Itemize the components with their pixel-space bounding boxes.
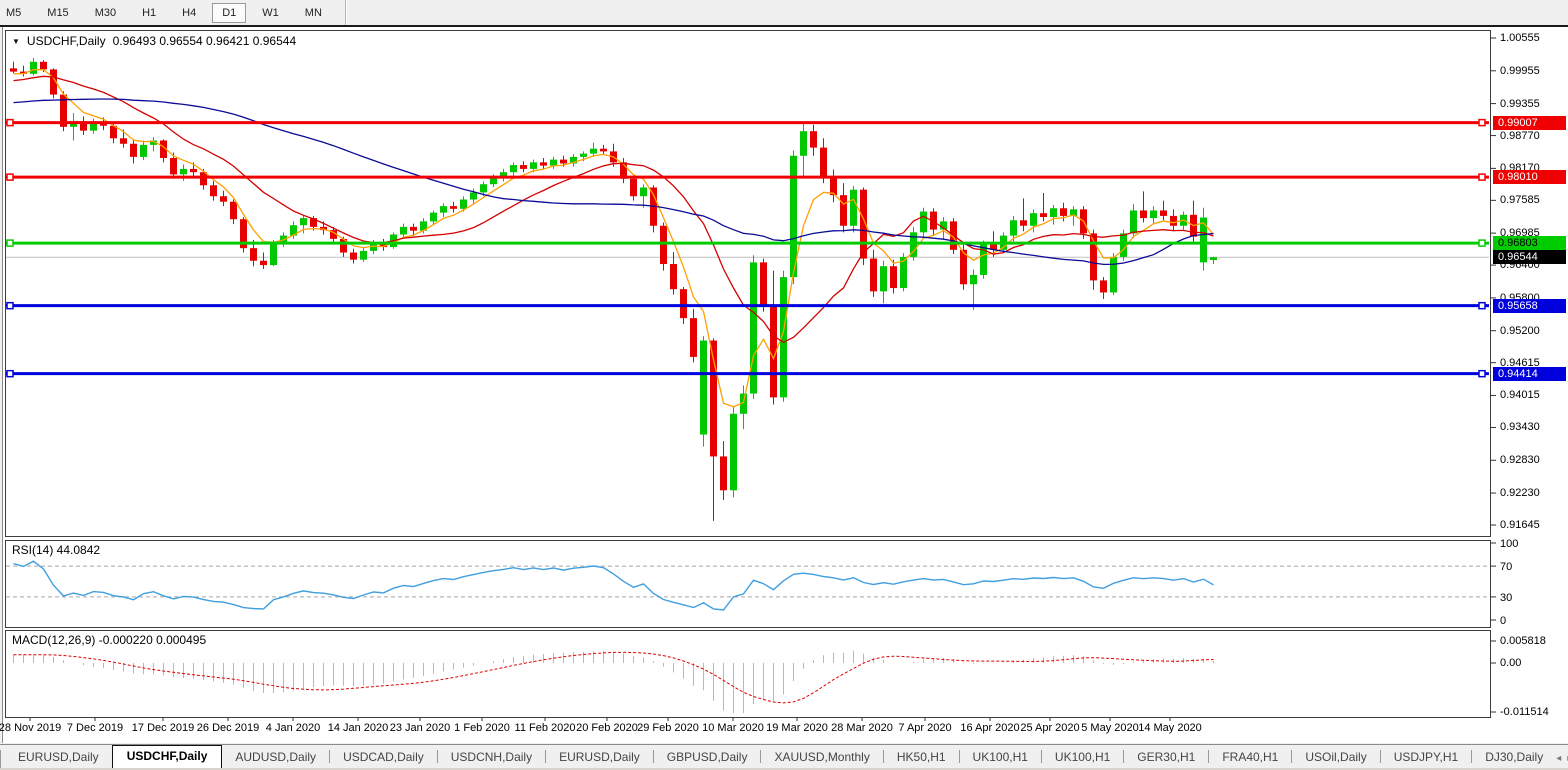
date-label: 20 Feb 2020 (576, 722, 638, 734)
date-label: 7 Apr 2020 (898, 722, 951, 734)
clipped-tab-edge (0, 750, 1, 768)
tab-gbpusd-daily[interactable]: GBPUSD,Daily (654, 747, 761, 768)
price-axis-label: 0.91645 (1500, 519, 1540, 531)
tab-usdcad-daily[interactable]: USDCAD,Daily (330, 747, 437, 768)
date-label: 29 Feb 2020 (637, 722, 699, 734)
price-axis-label: 0.99955 (1500, 65, 1540, 77)
timeframe-buttons: M5 M15 M30 H1 H4 D1 W1 MN (0, 3, 335, 23)
date-label: 19 Mar 2020 (766, 722, 828, 734)
chart-symbol-label: USDCHF,Daily (27, 34, 106, 48)
tab-uk100-h1[interactable]: UK100,H1 (1042, 747, 1123, 768)
tab-xauusd-monthly[interactable]: XAUUSD,Monthly (761, 747, 882, 768)
rsi-axis-label: 30 (1500, 592, 1512, 604)
date-label: 4 Jan 2020 (266, 722, 320, 734)
macd-axis-label: 0.005818 (1500, 635, 1546, 647)
date-label: 17 Dec 2019 (132, 722, 194, 734)
collapse-arrow-icon[interactable]: ▼ (12, 37, 20, 46)
timeframe-button-m15[interactable]: M15 (37, 3, 78, 23)
tab-scroll-arrows[interactable]: ◂▸ (1556, 753, 1568, 764)
tab-ger30-h1[interactable]: GER30,H1 (1124, 747, 1208, 768)
date-label: 16 Apr 2020 (960, 722, 1019, 734)
price-badge-0.94414: 0.94414 (1493, 367, 1566, 381)
timeframe-button-mn[interactable]: MN (295, 3, 332, 23)
price-badge-0.99007: 0.99007 (1493, 116, 1566, 130)
tab-audusd-daily[interactable]: AUDUSD,Daily (222, 747, 329, 768)
price-axis-label: 1.00555 (1500, 32, 1540, 44)
price-axis-label: 0.99355 (1500, 98, 1540, 110)
window-left-edge (2, 27, 3, 743)
price-axis-label: 0.94015 (1500, 389, 1540, 401)
price-badge-0.96803: 0.96803 (1493, 236, 1566, 250)
date-label: 23 Jan 2020 (390, 722, 451, 734)
tab-usdchf-daily[interactable]: USDCHF,Daily (112, 745, 223, 768)
rsi-axis-label: 0 (1500, 615, 1506, 627)
chart-ohlc-values: 0.96493 0.96554 0.96421 0.96544 (113, 34, 297, 48)
timeframe-button-h1[interactable]: H1 (132, 3, 166, 23)
timeframe-toolbar: M5 M15 M30 H1 H4 D1 W1 MN (0, 0, 1568, 27)
price-badge-0.95658: 0.95658 (1493, 299, 1566, 313)
rsi-axis-label: 100 (1500, 538, 1518, 550)
date-label: 1 Feb 2020 (454, 722, 510, 734)
tabs-host: EURUSD,DailyUSDCHF,DailyAUDUSD,DailyUSDC… (5, 745, 1556, 768)
chart-title: ▼ USDCHF,Daily 0.96493 0.96554 0.96421 0… (12, 34, 296, 48)
tab-fra40-h1[interactable]: FRA40,H1 (1209, 747, 1291, 768)
current-price-badge: 0.96544 (1493, 250, 1566, 264)
timeframe-button-m30[interactable]: M30 (85, 3, 126, 23)
tab-usdcnh-daily[interactable]: USDCNH,Daily (438, 747, 545, 768)
price-axis-label: 0.92830 (1500, 454, 1540, 466)
timeframe-button-d1[interactable]: D1 (212, 3, 246, 23)
rsi-indicator-panel[interactable] (5, 540, 1491, 628)
date-label: 26 Dec 2019 (197, 722, 259, 734)
tab-usdjpy-h1[interactable]: USDJPY,H1 (1381, 747, 1471, 768)
price-badge-0.98010: 0.98010 (1493, 170, 1566, 184)
rsi-axis-label: 70 (1500, 561, 1512, 573)
price-axis-label: 0.95200 (1500, 325, 1540, 337)
price-axis-label: 0.93430 (1500, 421, 1540, 433)
date-label: 11 Feb 2020 (515, 722, 576, 734)
price-axis-label: 0.97585 (1500, 194, 1540, 206)
date-label: 28 Nov 2019 (0, 722, 61, 734)
tab-uk100-h1[interactable]: UK100,H1 (960, 747, 1041, 768)
timeframe-button-w1[interactable]: W1 (252, 3, 289, 23)
macd-indicator-panel[interactable] (5, 630, 1491, 718)
tab-dj30-daily[interactable]: DJ30,Daily (1472, 747, 1556, 768)
chart-tab-bar: EURUSD,DailyUSDCHF,DailyAUDUSD,DailyUSDC… (0, 744, 1568, 769)
tab-eurusd-daily[interactable]: EURUSD,Daily (546, 747, 653, 768)
timeframe-button-m5[interactable]: M5 (0, 3, 31, 23)
toolbar-divider (345, 0, 347, 25)
macd-axis-label: -0.011514 (1500, 706, 1549, 718)
tab-eurusd-daily[interactable]: EURUSD,Daily (5, 747, 112, 768)
main-chart-panel[interactable] (5, 30, 1491, 537)
date-label: 7 Dec 2019 (67, 722, 123, 734)
date-label: 14 May 2020 (1138, 722, 1202, 734)
date-label: 10 Mar 2020 (702, 722, 764, 734)
date-label: 5 May 2020 (1081, 722, 1138, 734)
date-label: 14 Jan 2020 (328, 722, 389, 734)
price-axis-label: 0.98770 (1500, 130, 1540, 142)
macd-axis-label: 0.00 (1500, 657, 1521, 669)
rsi-label: RSI(14) 44.0842 (12, 543, 100, 557)
macd-label: MACD(12,26,9) -0.000220 0.000495 (12, 633, 206, 647)
date-label: 25 Apr 2020 (1020, 722, 1079, 734)
tab-hk50-h1[interactable]: HK50,H1 (884, 747, 959, 768)
tab-usoil-daily[interactable]: USOil,Daily (1292, 747, 1379, 768)
price-axis-label: 0.92230 (1500, 487, 1540, 499)
date-label: 28 Mar 2020 (831, 722, 893, 734)
timeframe-button-h4[interactable]: H4 (172, 3, 206, 23)
